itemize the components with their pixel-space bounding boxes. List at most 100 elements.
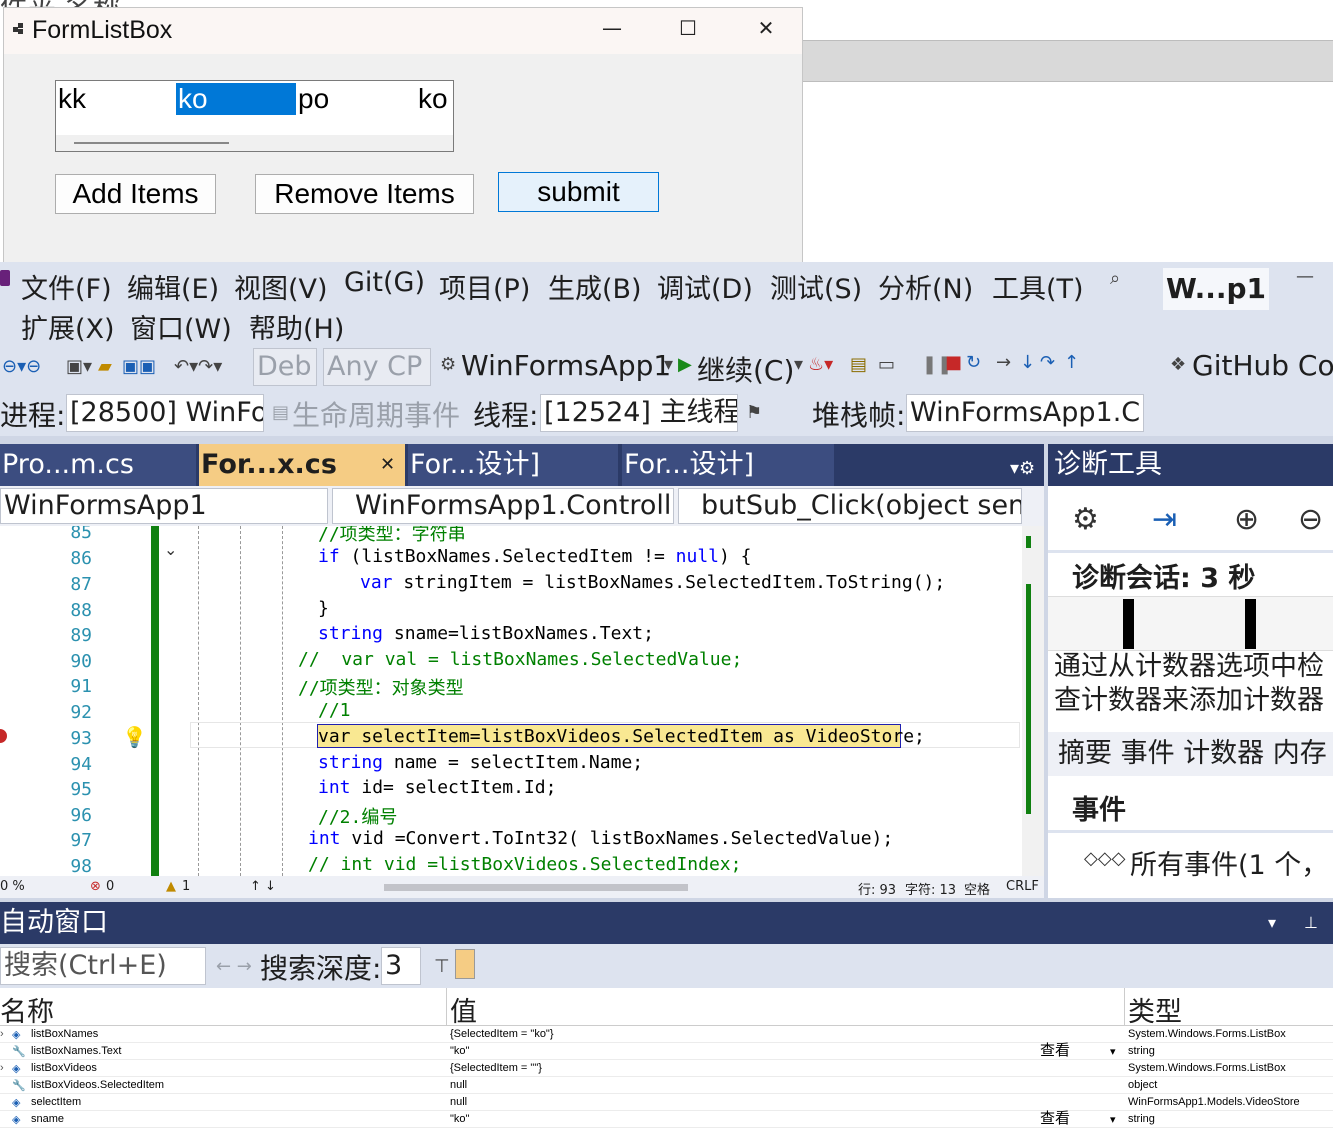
list-item[interactable]: po xyxy=(296,83,416,115)
visualizer-button[interactable]: 查看 xyxy=(1040,1107,1070,1128)
zoom-in-icon[interactable]: ⊕ xyxy=(1234,502,1259,537)
restart-icon[interactable]: ↻ xyxy=(966,352,981,373)
platform-dropdown[interactable]: Any CP xyxy=(323,348,431,386)
line-ending-indicator[interactable]: CRLF xyxy=(1006,879,1039,894)
menu-test[interactable]: 测试(S) xyxy=(770,267,862,306)
pin-icon-2[interactable]: ⊥ xyxy=(1304,902,1318,944)
row-value[interactable]: {SelectedItem = "ko"} xyxy=(450,1028,554,1040)
diagnostics-tabs[interactable]: 摘要 事件 计数器 内存 xyxy=(1048,732,1333,776)
list-item-selected[interactable]: ko xyxy=(176,83,296,115)
menu-analyze[interactable]: 分析(N) xyxy=(878,267,973,306)
table-row[interactable]: 🔧 listBoxNames.Text "ko" 查看 ▾ string xyxy=(0,1042,1333,1060)
zoom-out-icon[interactable]: ⊖ xyxy=(1298,502,1323,537)
browser-link-icon[interactable]: ▭ xyxy=(878,354,895,375)
table-row[interactable]: ◈ selectItem null WinFormsApp1.Models.Vi… xyxy=(0,1094,1333,1111)
startup-project[interactable]: WinFormsApp1 xyxy=(461,349,671,382)
menu-project[interactable]: 项目(P) xyxy=(439,267,530,306)
expand-arrow-icon[interactable]: › xyxy=(0,1062,4,1074)
maximize-button[interactable]: ☐ xyxy=(668,16,708,40)
member-dropdown[interactable]: butSub_Click(object sen xyxy=(678,488,1022,524)
tab-form-designer-2[interactable]: For...设计] xyxy=(622,444,834,486)
collapse-chevron-icon[interactable]: ⌄ xyxy=(164,540,177,559)
table-row[interactable]: 🔧 listBoxVideos.SelectedItem null object xyxy=(0,1077,1333,1094)
stack-frame-dropdown[interactable]: WinFormsApp1.C xyxy=(906,394,1144,432)
session-timeline[interactable] xyxy=(1048,596,1333,651)
step-over-icon[interactable]: ↷ xyxy=(1040,352,1055,373)
project-dropdown[interactable]: WinFormsApp1 xyxy=(0,488,328,524)
menu-help[interactable]: 帮助(H) xyxy=(249,307,344,346)
dropdown-arrow-icon[interactable]: ▾ xyxy=(664,354,673,375)
row-value[interactable]: "ko" xyxy=(450,1113,469,1125)
back-icon[interactable]: ⊖▾⊖ xyxy=(2,356,41,377)
whitespace-indicator[interactable]: 空格 xyxy=(964,879,990,898)
close-tab-icon[interactable]: ✕ xyxy=(380,454,395,475)
continue-icon[interactable]: ▶ xyxy=(678,354,692,375)
config-dropdown[interactable]: Deb xyxy=(253,348,317,386)
step-out-icon[interactable]: ↑ xyxy=(1064,352,1079,373)
process-dropdown[interactable]: [28500] WinFo xyxy=(66,394,264,432)
lightbulb-icon[interactable]: 💡 xyxy=(122,725,147,749)
dropdown-arrow-icon-3[interactable]: ▾ xyxy=(1268,902,1276,944)
close-button[interactable]: ✕ xyxy=(746,16,786,40)
column-name[interactable]: 名称 xyxy=(0,990,54,1029)
list-item[interactable]: ko xyxy=(416,83,453,115)
horizontal-scroll-thumb[interactable] xyxy=(384,884,688,891)
menu-file[interactable]: 文件(F) xyxy=(21,267,112,306)
form-titlebar[interactable]: FormListBox — ☐ ✕ xyxy=(4,8,802,54)
expand-arrow-icon[interactable]: › xyxy=(0,1028,4,1040)
hot-reload-icon[interactable]: ♨▾ xyxy=(808,354,833,375)
pin-value-icon[interactable]: ⊤ xyxy=(434,956,450,977)
search-depth-dropdown[interactable]: 3 xyxy=(381,947,421,985)
application-insights-icon[interactable]: ▤ xyxy=(850,354,867,375)
flag-icon[interactable]: ⚑ xyxy=(746,402,762,423)
table-row[interactable]: ◈ sname "ko" 查看 ▾ string xyxy=(0,1110,1333,1128)
submit-button[interactable]: submit xyxy=(498,172,659,212)
menu-build[interactable]: 生成(B) xyxy=(548,267,642,306)
tab-overflow-icon[interactable]: ▾⚙ xyxy=(1010,458,1035,479)
error-icon[interactable]: ⊗ xyxy=(90,879,101,894)
listbox-horizontal-scrollbar[interactable] xyxy=(56,135,453,151)
minimize-button[interactable]: — xyxy=(592,16,632,40)
nav-arrows-icon[interactable]: ↑ ↓ xyxy=(250,879,276,894)
menu-window[interactable]: 窗口(W) xyxy=(130,307,232,346)
continue-button[interactable]: 继续(C) xyxy=(697,349,794,389)
lifecycle-events-dropdown[interactable]: 生命周期事件 xyxy=(292,394,460,434)
show-next-statement-icon[interactable]: → xyxy=(996,352,1011,373)
visualizer-dropdown-icon[interactable]: ▾ xyxy=(1110,1113,1116,1126)
row-value[interactable]: {SelectedItem = ""} xyxy=(450,1062,542,1074)
tab-form-designer-1[interactable]: For...设计] xyxy=(408,444,618,486)
undo-icon[interactable]: ↶▾↷▾ xyxy=(174,356,222,377)
open-icon[interactable]: ▰ xyxy=(98,356,112,377)
search-icon[interactable]: ⌕ xyxy=(1110,268,1120,289)
dropdown-arrow-icon-2[interactable]: ▾ xyxy=(794,354,803,375)
zoom-level[interactable]: 0 % xyxy=(0,879,25,894)
list-item[interactable]: kk xyxy=(56,83,176,115)
menu-edit[interactable]: 编辑(E) xyxy=(127,267,219,306)
row-value[interactable]: "ko" xyxy=(450,1045,469,1057)
export-icon[interactable]: ⇥ xyxy=(1152,502,1177,537)
menu-debug[interactable]: 调试(D) xyxy=(657,267,753,306)
minimize-icon[interactable]: — xyxy=(1296,266,1314,287)
step-into-icon[interactable]: ↓ xyxy=(1020,352,1035,373)
autos-search-input[interactable]: 搜索(Ctrl+E) xyxy=(0,947,206,985)
thread-dropdown[interactable]: [12524] 主线程 xyxy=(540,394,738,432)
menu-view[interactable]: 视图(V) xyxy=(234,267,328,306)
tab-program-cs[interactable]: Pro...m.cs xyxy=(0,444,196,486)
names-listbox[interactable]: kk ko po ko xyxy=(55,80,454,152)
warning-icon[interactable]: ▲ xyxy=(166,879,176,894)
visualizer-dropdown-icon[interactable]: ▾ xyxy=(1110,1045,1116,1058)
code-editor[interactable]: 85 86 87 88 89 90 91 92 93 94 95 96 97 9… xyxy=(0,526,1044,876)
save-icon[interactable]: ▣▣ xyxy=(122,356,156,377)
error-count[interactable]: 0 xyxy=(106,879,114,894)
stop-icon[interactable]: ■ xyxy=(945,352,962,373)
table-row[interactable]: › ◈ listBoxVideos {SelectedItem = ""} Sy… xyxy=(0,1060,1333,1077)
column-type[interactable]: 类型 xyxy=(1128,990,1182,1029)
add-items-button[interactable]: Add Items xyxy=(55,174,216,214)
tab-form-listbox-cs[interactable]: For...x.cs xyxy=(199,444,405,486)
row-value[interactable]: null xyxy=(450,1096,467,1108)
search-back-icon[interactable]: ← → xyxy=(216,956,252,977)
menu-extensions[interactable]: 扩展(X) xyxy=(21,307,115,346)
menu-git[interactable]: Git(G) xyxy=(344,267,425,298)
github-copilot-button[interactable]: GitHub Cop xyxy=(1192,349,1333,382)
settings-gear-icon[interactable]: ⚙ xyxy=(1072,502,1099,537)
